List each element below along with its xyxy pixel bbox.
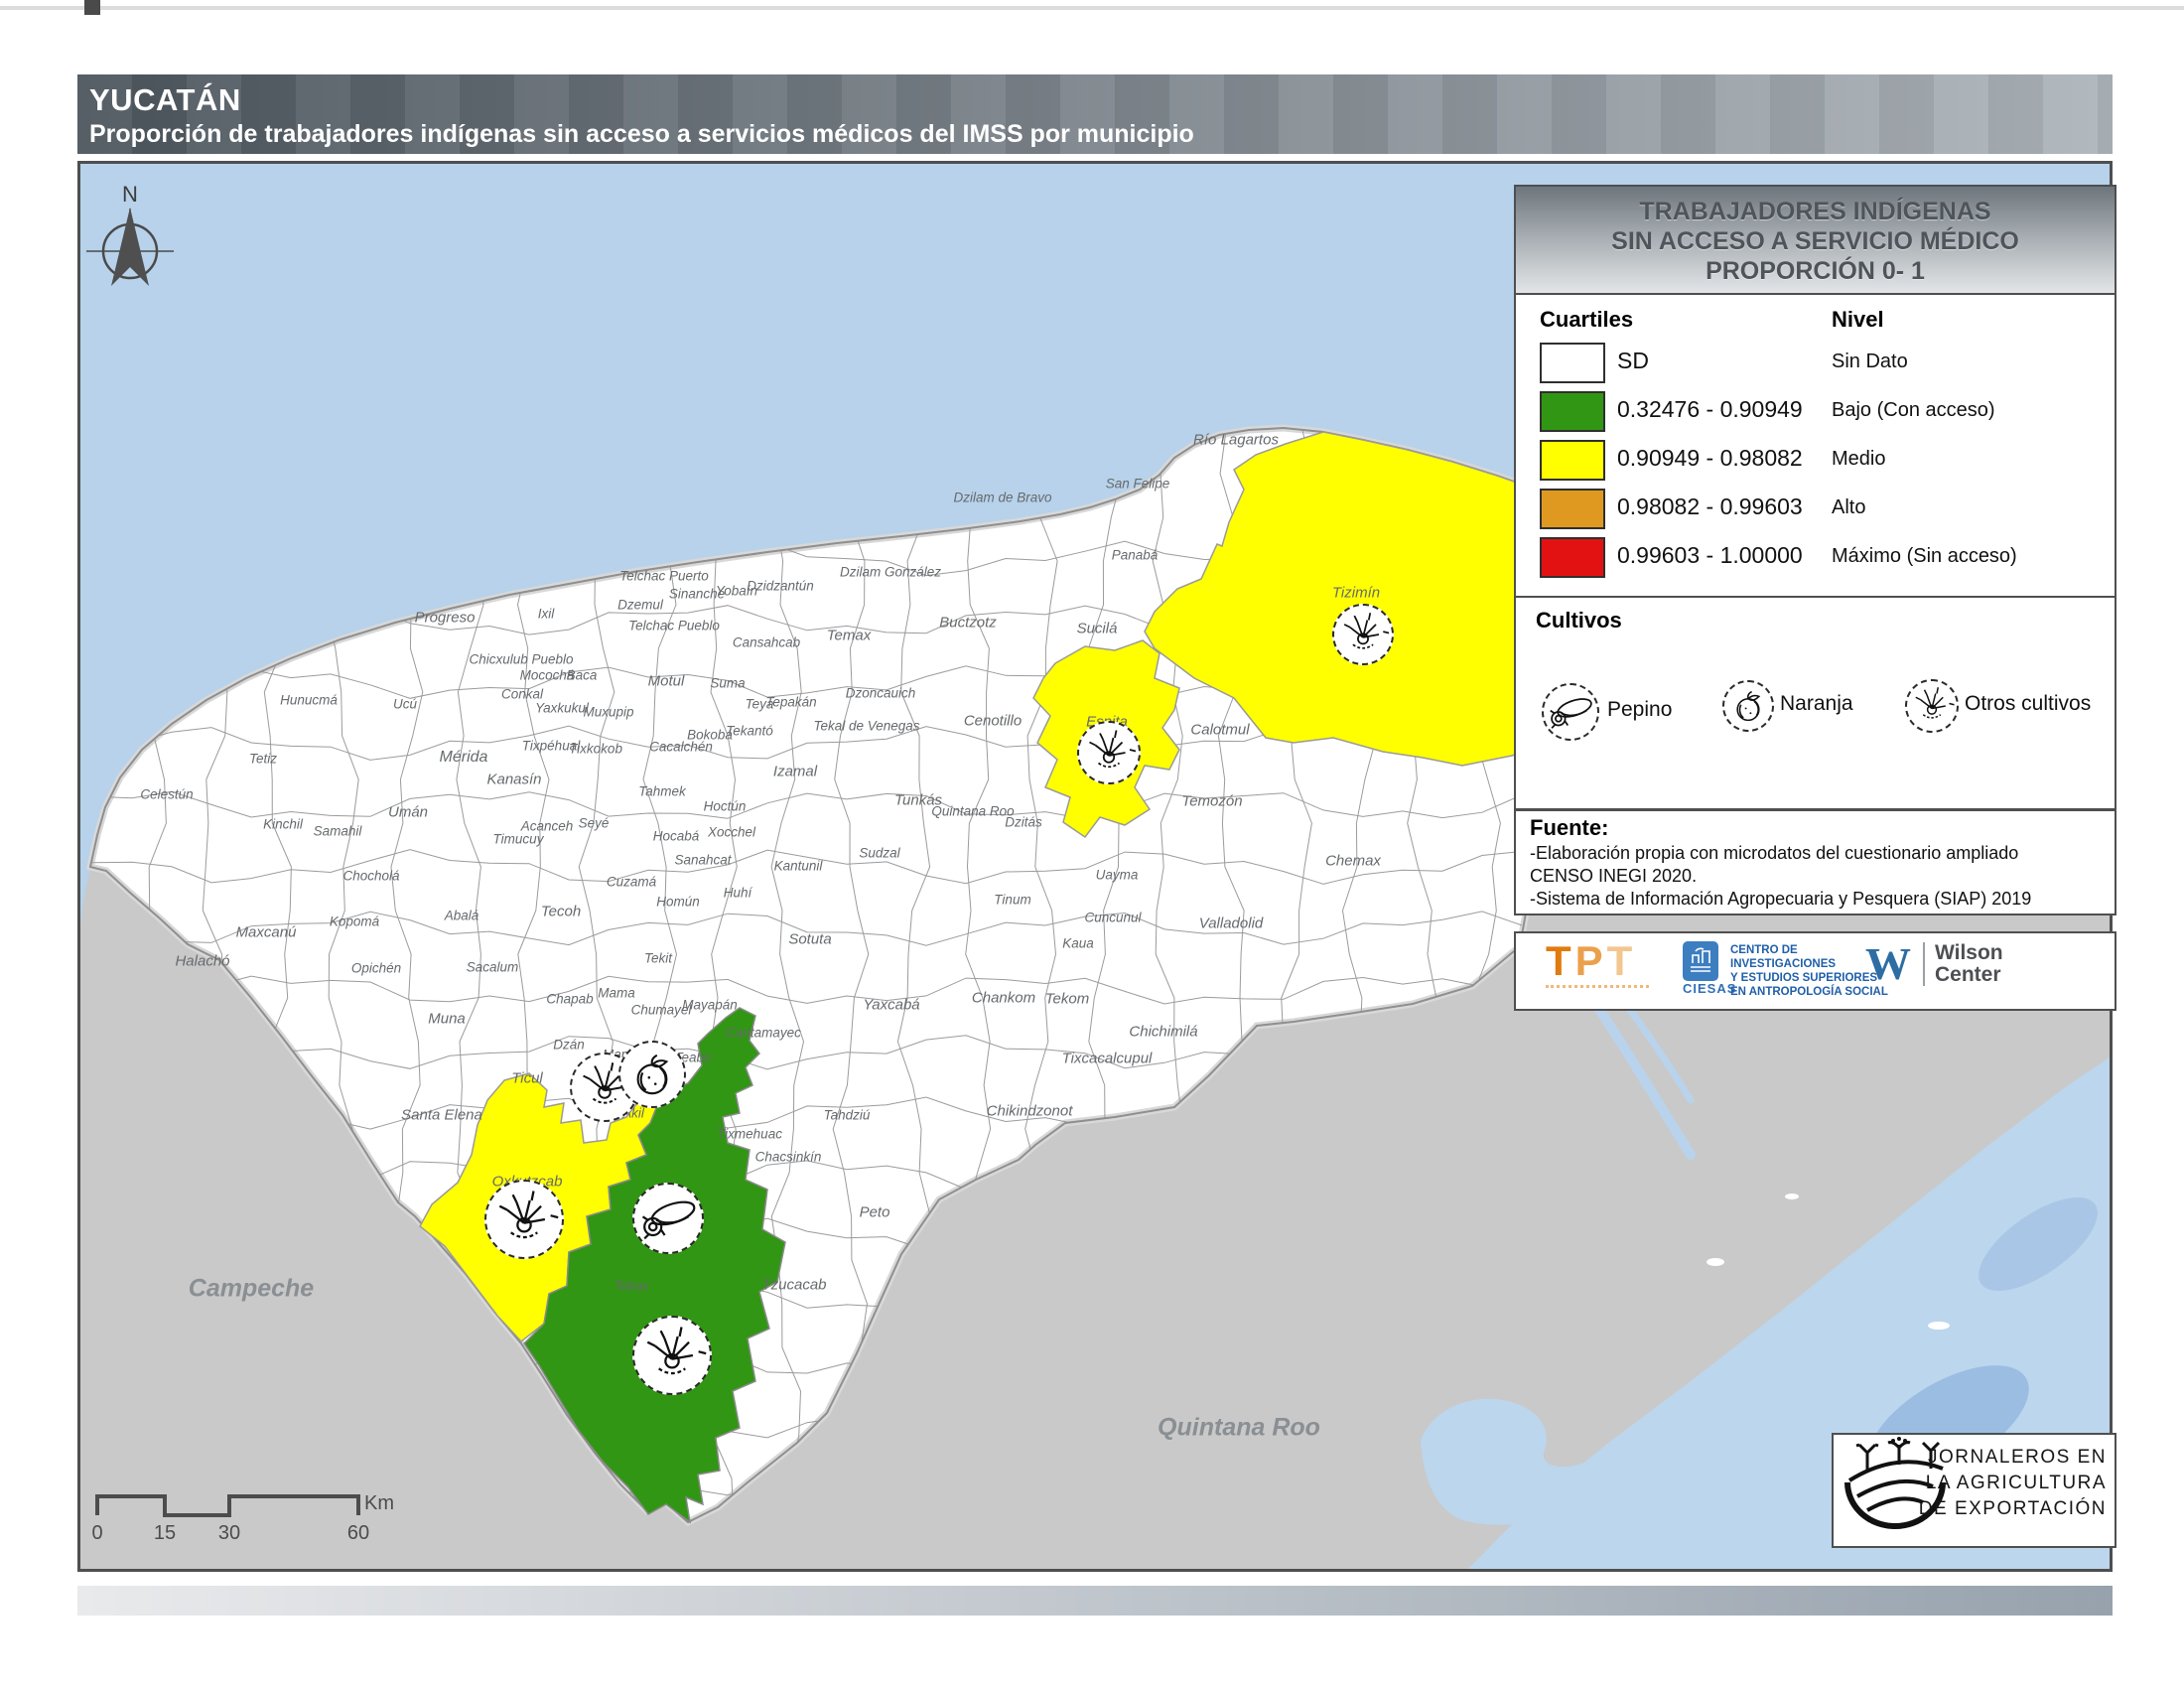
cultivo-label: Pepino — [1607, 698, 1672, 722]
coastal-bay — [1421, 1399, 1611, 1525]
legend-class-swatch — [1540, 391, 1605, 432]
otros-cultivos-icon — [1905, 679, 1959, 733]
cultivo-label: Naranja — [1780, 692, 1853, 716]
legend-title-line: PROPORCIÓN 0- 1 — [1516, 256, 2115, 286]
wilson-divider — [1923, 942, 1925, 986]
source-line: CENSO INEGI 2020. — [1530, 866, 1697, 887]
legend-class-level: Alto — [1832, 496, 1865, 519]
page: YUCATÁN Proporción de trabajadores indíg… — [0, 0, 2184, 1688]
legend-class-swatch — [1540, 343, 1605, 383]
wilson-name: WilsonCenter — [1935, 942, 2003, 986]
legend-class-row: 0.98082 - 0.99603 Alto — [1516, 489, 2115, 532]
legend-class-row: 0.99603 - 1.00000 Máximo (Sin acceso) — [1516, 537, 2115, 581]
wilson-center-logo: W WilsonCenter — [1865, 941, 2003, 987]
jornaleros-name-line: LA AGRICULTURA — [1919, 1471, 2107, 1496]
ciesas-acronym: CIESAS — [1683, 981, 1736, 996]
legend-class-level: Bajo (Con acceso) — [1832, 399, 1995, 422]
legend-class-range: 0.32476 - 0.90949 — [1617, 396, 1803, 423]
tpt-letter: T — [1546, 937, 1575, 984]
legend-source-box: Fuente: -Elaboración propia con microdat… — [1514, 809, 2116, 915]
legend-class-range: 0.90949 - 0.98082 — [1617, 445, 1803, 472]
jornaleros-name-line: JORNALEROS EN — [1919, 1445, 2107, 1471]
legend-classes-box: Cuartiles Nivel SD Sin Dato 0.32476 - 0.90… — [1514, 293, 2116, 600]
page-subtitle: Proporción de trabajadores indígenas sin… — [89, 118, 2113, 150]
legend-class-row: 0.90949 - 0.98082 Medio — [1516, 440, 2115, 484]
legend-title-line: SIN ACCESO A SERVICIO MÉDICO — [1516, 226, 2115, 256]
jornaleros-name-lines: JORNALEROS ENLA AGRICULTURADE EXPORTACIÓ… — [1919, 1445, 2107, 1522]
footer-gradient-bar — [77, 1586, 2113, 1616]
wilson-name-line: Center — [1935, 964, 2003, 986]
title-bar: YUCATÁN Proporción de trabajadores indíg… — [77, 74, 2113, 154]
island-2 — [1785, 1194, 1799, 1199]
legend-class-row: SD Sin Dato — [1516, 343, 2115, 386]
cultivos-header: Cultivos — [1536, 608, 1622, 633]
top-edge-strip — [0, 6, 2184, 10]
legend-class-swatch — [1540, 489, 1605, 529]
tpt-letter: T — [1607, 937, 1637, 984]
legend-class-level: Medio — [1832, 448, 1885, 471]
source-line: -Sistema de Información Agropecuaria y P… — [1530, 889, 2031, 910]
ciesas-icon — [1683, 941, 1718, 981]
legend-class-range: 0.98082 - 0.99603 — [1617, 493, 1803, 520]
cultivo-label: Otros cultivos — [1965, 692, 2091, 716]
island-3 — [1928, 1322, 1950, 1330]
legend-class-range: 0.99603 - 1.00000 — [1617, 542, 1803, 569]
level-header: Nivel — [1832, 307, 1884, 333]
jornaleros-logo-box: JORNALEROS ENLA AGRICULTURADE EXPORTACIÓ… — [1832, 1433, 2116, 1548]
legend-class-level: Sin Dato — [1832, 351, 1908, 373]
legend-class-level: Máximo (Sin acceso) — [1832, 545, 2017, 568]
tpt-logo: TPT — [1546, 939, 1665, 988]
wilson-name-line: Wilson — [1935, 942, 2003, 964]
svg-text:N: N — [122, 182, 138, 207]
legend-logos-box: TPT CIESAS CENTRO DE INVESTIGACIONESY ES… — [1514, 931, 2116, 1011]
legend-class-swatch — [1540, 440, 1605, 481]
source-line: -Elaboración propia con microdatos del c… — [1530, 843, 2018, 864]
legend-title-line: TRABAJADORES INDÍGENAS — [1516, 197, 2115, 226]
naranja-icon — [1722, 680, 1774, 732]
ciesas-logo: CIESAS CENTRO DE INVESTIGACIONESY ESTUDI… — [1683, 941, 1736, 996]
quartiles-header: Cuartiles — [1540, 307, 1633, 333]
top-edge-nub — [84, 0, 100, 15]
legend-title-box: TRABAJADORES INDÍGENAS SIN ACCESO A SERV… — [1514, 185, 2116, 307]
legend-class-swatch — [1540, 537, 1605, 578]
jornaleros-name-line: DE EXPORTACIÓN — [1919, 1496, 2107, 1522]
wilson-w-mark: W — [1865, 941, 1911, 987]
island-1 — [1706, 1258, 1724, 1266]
tpt-caption-rule — [1546, 985, 1649, 988]
legend-class-row: 0.32476 - 0.90949 Bajo (Con acceso) — [1516, 391, 2115, 435]
legend-cultivos-box: Cultivos Pepino Naranja Otros cultivos — [1514, 596, 2116, 810]
legend-class-range: SD — [1617, 348, 1649, 374]
source-header: Fuente: — [1530, 815, 1608, 841]
page-title: YUCATÁN — [89, 82, 2113, 118]
tpt-letter: P — [1575, 937, 1607, 984]
scale-bar — [97, 1496, 358, 1515]
pepino-icon — [1542, 683, 1599, 741]
